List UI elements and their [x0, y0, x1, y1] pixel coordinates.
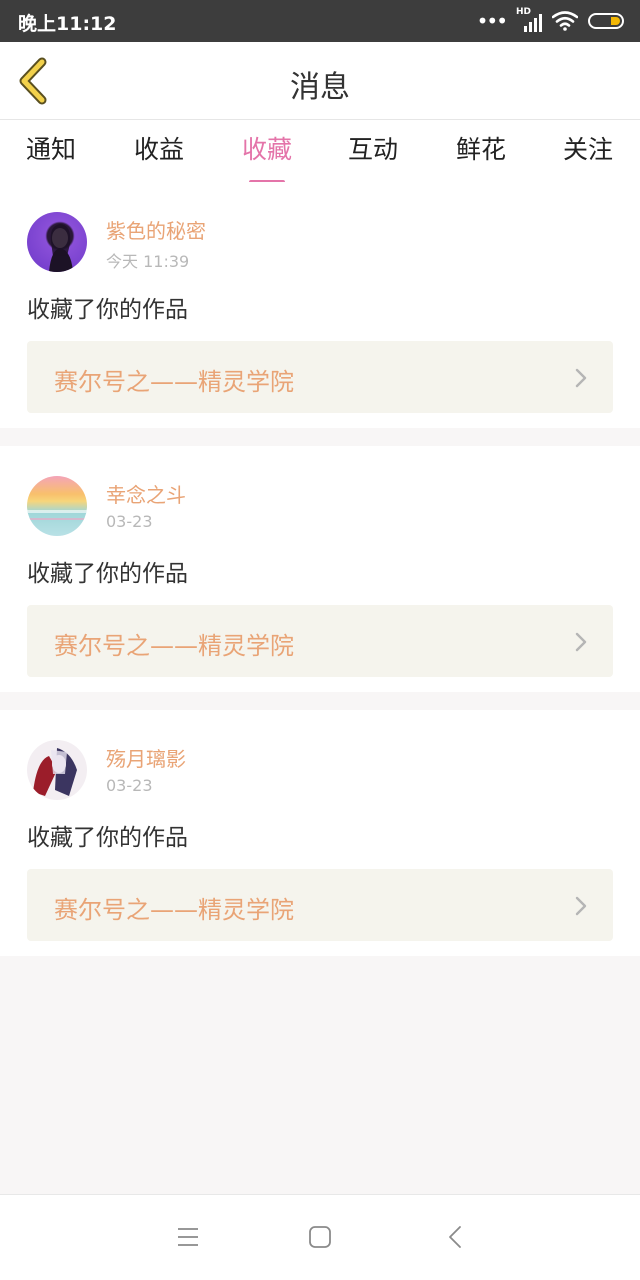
more-dots-icon: ••• — [476, 9, 508, 33]
status-icons: ••• HD — [476, 7, 624, 34]
header: 消息 — [0, 42, 640, 120]
work-title: 赛尔号之——精灵学院 — [54, 632, 294, 660]
message-card: 紫色的秘密 今天 11:39 收藏了你的作品 赛尔号之——精灵学院 — [0, 182, 640, 428]
action-text: 收藏了你的作品 — [27, 297, 188, 323]
battery-icon — [588, 13, 624, 29]
status-bar: 晚上11:12 ••• HD — [0, 0, 640, 42]
chevron-right-icon — [575, 896, 587, 916]
username[interactable]: 紫色的秘密 — [106, 215, 206, 244]
action-text: 收藏了你的作品 — [27, 561, 188, 587]
message-card: 幸念之斗 03-23 收藏了你的作品 赛尔号之——精灵学院 — [0, 446, 640, 692]
work-title: 赛尔号之——精灵学院 — [54, 896, 294, 924]
tab-flowers[interactable]: 鲜花 — [436, 130, 526, 166]
work-title: 赛尔号之——精灵学院 — [54, 368, 294, 396]
work-link[interactable]: 赛尔号之——精灵学院 — [27, 341, 613, 413]
tab-bar: 通知 收益 收藏 互动 鲜花 关注 — [0, 120, 640, 184]
username[interactable]: 殇月璃影 — [106, 743, 186, 772]
page-title: 消息 — [290, 70, 350, 105]
work-link[interactable]: 赛尔号之——精灵学院 — [27, 605, 613, 677]
tab-interactions[interactable]: 互动 — [328, 130, 418, 166]
tab-favorites-label: 收藏 — [241, 135, 292, 164]
username[interactable]: 幸念之斗 — [106, 479, 186, 508]
signal-icon: HD — [516, 7, 542, 32]
timestamp: 03-23 — [106, 776, 153, 795]
status-time: 晚上11:12 — [18, 13, 117, 35]
avatar[interactable] — [27, 476, 87, 536]
avatar[interactable] — [27, 212, 87, 272]
tab-notifications[interactable]: 通知 — [6, 130, 96, 166]
wifi-icon — [552, 11, 578, 31]
message-card: 殇月璃影 03-23 收藏了你的作品 赛尔号之——精灵学院 — [0, 710, 640, 956]
avatar[interactable] — [27, 740, 87, 800]
chevron-right-icon — [575, 632, 587, 652]
tab-favorites[interactable]: 收藏 — [222, 130, 312, 184]
tab-follows[interactable]: 关注 — [543, 130, 633, 166]
timestamp: 今天 11:39 — [106, 252, 190, 271]
work-link[interactable]: 赛尔号之——精灵学院 — [27, 869, 613, 941]
system-nav-bar — [0, 1194, 640, 1280]
chevron-right-icon — [575, 368, 587, 388]
home-square-icon[interactable] — [308, 1225, 332, 1249]
action-text: 收藏了你的作品 — [27, 825, 188, 851]
back-triangle-icon[interactable] — [444, 1225, 468, 1249]
timestamp: 03-23 — [106, 512, 153, 531]
tab-earnings[interactable]: 收益 — [114, 130, 204, 166]
menu-icon[interactable] — [176, 1225, 200, 1249]
